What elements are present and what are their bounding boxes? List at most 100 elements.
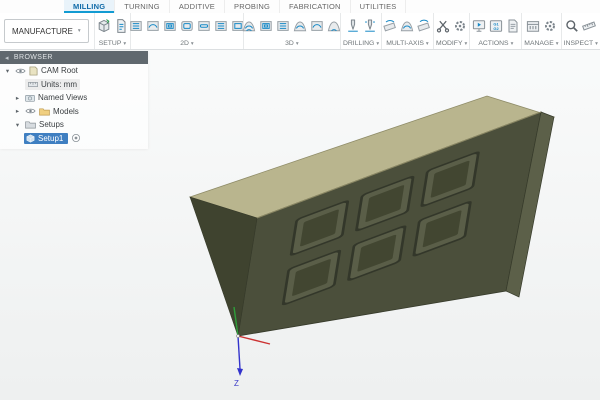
expander-icon[interactable]: ▾ bbox=[3, 67, 12, 75]
swarf-icon[interactable] bbox=[382, 18, 398, 34]
group-label-text: ACTIONS bbox=[478, 40, 509, 47]
group-label-text: 3D bbox=[285, 40, 294, 47]
chevron-down-icon: ▾ bbox=[295, 40, 299, 47]
tree-item-models[interactable]: ▸ Models bbox=[0, 105, 148, 119]
tree-item-named-views[interactable]: ▸ Named Views bbox=[0, 91, 148, 105]
3d-pocket-icon[interactable] bbox=[258, 18, 274, 34]
tree-item-label: Units: mm bbox=[41, 79, 77, 89]
tree-item-label: CAM Root bbox=[41, 66, 78, 76]
chevron-down-icon: ▾ bbox=[555, 40, 559, 47]
browser-header: ◂ BROWSER bbox=[0, 51, 148, 64]
nc-program-icon[interactable] bbox=[113, 18, 129, 34]
task-manager-icon[interactable] bbox=[542, 18, 558, 34]
3d-parallel-icon[interactable] bbox=[275, 18, 291, 34]
tab-fabrication[interactable]: FABRICATION bbox=[280, 0, 351, 13]
measure-icon[interactable] bbox=[564, 18, 580, 34]
visibility-eye-icon[interactable] bbox=[25, 107, 36, 115]
tree-item-setup1[interactable]: Setup1 bbox=[0, 132, 148, 146]
group-label-manage[interactable]: MANAGE ▾ bbox=[524, 38, 559, 49]
flow-icon[interactable] bbox=[416, 18, 432, 34]
2d-face-icon[interactable] bbox=[128, 18, 144, 34]
chevron-down-icon: ▾ bbox=[123, 40, 127, 47]
tool-library-icon[interactable] bbox=[525, 18, 541, 34]
z-axis-arrow bbox=[237, 368, 243, 376]
toolbar-group-multi-axis: MULTI-AXIS ▾ bbox=[381, 13, 433, 49]
3d-adaptive-icon[interactable] bbox=[241, 18, 257, 34]
z-axis-label: Z bbox=[234, 379, 239, 388]
activate-setup-icon[interactable] bbox=[71, 133, 81, 143]
chevron-down-icon: ▾ bbox=[510, 40, 514, 47]
new-setup-icon[interactable] bbox=[96, 18, 112, 34]
top-bar: MILLING TURNING ADDITIVE PROBING FABRICA… bbox=[0, 0, 600, 50]
tree-item-label: Models bbox=[53, 106, 79, 116]
simulate-icon[interactable] bbox=[471, 18, 487, 34]
group-label-inspect[interactable]: INSPECT ▾ bbox=[564, 38, 598, 49]
setups-folder-icon bbox=[25, 121, 36, 129]
toolbar-group-drilling: DRILLING ▾ bbox=[340, 13, 381, 49]
group-label-3d[interactable]: 3D ▾ bbox=[247, 38, 337, 49]
tab-milling[interactable]: MILLING bbox=[64, 0, 116, 13]
tab-probing[interactable]: PROBING bbox=[225, 0, 281, 13]
3d-contour-icon[interactable] bbox=[292, 18, 308, 34]
chevron-down-icon: ▾ bbox=[77, 28, 81, 34]
group-label-actions[interactable]: ACTIONS ▾ bbox=[473, 38, 518, 49]
group-label-2d[interactable]: 2D ▾ bbox=[134, 38, 240, 49]
group-label-text: SETUP bbox=[98, 40, 122, 47]
edit-toolpath-icon[interactable] bbox=[452, 18, 468, 34]
named-views-icon bbox=[25, 94, 35, 102]
origin-point bbox=[236, 334, 240, 338]
setup-sheet-icon[interactable] bbox=[505, 18, 521, 34]
group-label-multi-axis[interactable]: MULTI-AXIS ▾ bbox=[385, 38, 430, 49]
tree-item-cam-root[interactable]: ▾ CAM Root bbox=[0, 64, 148, 78]
tree-item-units[interactable]: Units: mm bbox=[0, 78, 148, 92]
tab-utilities[interactable]: UTILITIES bbox=[351, 0, 407, 13]
toolbar-group-modify: MODIFY ▾ bbox=[432, 13, 470, 49]
workspace-tabs: MILLING TURNING ADDITIVE PROBING FABRICA… bbox=[0, 0, 600, 13]
bore-icon[interactable] bbox=[362, 18, 378, 34]
chevron-down-icon: ▾ bbox=[190, 40, 194, 47]
svg-text:G2: G2 bbox=[493, 26, 499, 31]
expander-icon[interactable]: ▸ bbox=[13, 94, 22, 102]
chevron-down-icon: ▾ bbox=[376, 40, 380, 47]
chevron-down-icon: ▾ bbox=[464, 40, 468, 47]
post-process-icon[interactable]: G1G2 bbox=[488, 18, 504, 34]
toolbar-group-2d: 2D ▾ bbox=[130, 13, 243, 49]
toolbar: MANUFACTURE ▾ SETUP ▾ 2D ▾ 3D ▾ DRILLING… bbox=[0, 13, 600, 50]
expander-icon[interactable]: ▸ bbox=[13, 107, 22, 115]
expander-icon[interactable]: ▾ bbox=[13, 121, 22, 129]
toolbar-group-manage: MANAGE ▾ bbox=[521, 13, 560, 49]
multi-axis-contour-icon[interactable] bbox=[399, 18, 415, 34]
2d-contour-icon[interactable] bbox=[179, 18, 195, 34]
setup1-selected-chip[interactable]: Setup1 bbox=[24, 132, 69, 144]
tree-item-label: Named Views bbox=[38, 93, 88, 103]
setup-icon bbox=[26, 134, 35, 143]
2d-adaptive-icon[interactable] bbox=[145, 18, 161, 34]
z-axis bbox=[237, 335, 241, 370]
group-label-text: MODIFY bbox=[436, 40, 463, 47]
group-label-modify[interactable]: MODIFY ▾ bbox=[436, 38, 468, 49]
section-analysis-icon[interactable] bbox=[581, 18, 597, 34]
collapse-panel-icon[interactable]: ◂ bbox=[5, 54, 9, 62]
visibility-eye-icon[interactable] bbox=[15, 67, 26, 75]
2d-trace-icon[interactable] bbox=[213, 18, 229, 34]
toolbar-group-inspect: INSPECT ▾ bbox=[560, 13, 600, 49]
models-folder-icon bbox=[39, 108, 50, 116]
3d-ramp-icon[interactable] bbox=[309, 18, 325, 34]
workspace-switcher-button[interactable]: MANUFACTURE ▾ bbox=[4, 19, 89, 43]
tab-turning[interactable]: TURNING bbox=[115, 0, 170, 13]
drill-icon[interactable] bbox=[345, 18, 361, 34]
chevron-down-icon: ▾ bbox=[595, 40, 598, 47]
group-label-drilling[interactable]: DRILLING ▾ bbox=[343, 38, 380, 49]
tree-item-label: Setups bbox=[39, 120, 64, 130]
tab-additive[interactable]: ADDITIVE bbox=[170, 0, 226, 13]
group-label-text: MANAGE bbox=[524, 40, 554, 47]
cam-root-icon bbox=[29, 66, 38, 76]
browser-title: BROWSER bbox=[13, 54, 53, 61]
tree-item-setups[interactable]: ▾ Setups bbox=[0, 118, 148, 132]
2d-slot-icon[interactable] bbox=[196, 18, 212, 34]
trim-toolpath-icon[interactable] bbox=[435, 18, 451, 34]
stock-part[interactable] bbox=[188, 95, 556, 337]
group-label-setup[interactable]: SETUP ▾ bbox=[98, 38, 128, 49]
toolbar-group-setup: SETUP ▾ bbox=[93, 13, 131, 49]
2d-pocket-icon[interactable] bbox=[162, 18, 178, 34]
